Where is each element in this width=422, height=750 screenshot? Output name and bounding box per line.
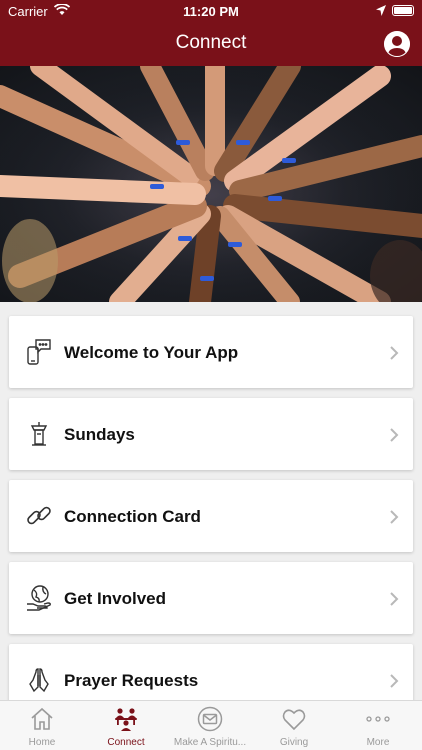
pulpit-icon <box>25 420 53 448</box>
list-item[interactable]: Welcome to Your App <box>9 316 413 388</box>
tab-home[interactable]: Home <box>0 701 84 750</box>
heart-icon <box>281 706 307 732</box>
tab-label: Home <box>28 737 56 748</box>
phone-message-icon <box>25 338 53 366</box>
list-item-label: Get Involved <box>64 589 167 608</box>
person-icon[interactable] <box>384 31 410 57</box>
clock: 11:20 PM <box>183 4 239 19</box>
tab-connect[interactable]: Connect <box>84 701 168 750</box>
tab-make-a-spiritual[interactable]: Make A Spiritu... <box>168 701 252 750</box>
tab-label: More <box>366 737 390 748</box>
status-bar: Carrier 11:20 PM <box>0 0 422 22</box>
praying-hands-icon <box>25 666 53 694</box>
tab-more[interactable]: More <box>336 701 420 750</box>
list-item[interactable]: Get Involved <box>9 562 413 634</box>
more-dots-icon <box>365 706 391 732</box>
tab-giving[interactable]: Giving <box>252 701 336 750</box>
group-icon <box>113 706 139 732</box>
chevron-right-icon <box>389 674 399 688</box>
chevron-right-icon <box>389 592 399 606</box>
globe-hand-icon <box>25 584 53 612</box>
tab-bar: Home Connect Make A Spiritu... Giving Mo… <box>0 700 422 750</box>
page-title: Connect <box>175 32 247 53</box>
tab-label: Make A Spiritu... <box>173 737 247 748</box>
tab-label: Connect <box>107 737 145 748</box>
chevron-right-icon <box>389 346 399 360</box>
list-item-label: Prayer Requests <box>64 671 199 690</box>
chevron-right-icon <box>389 428 399 442</box>
list-item-label: Connection Card <box>64 507 201 526</box>
link-icon <box>25 502 53 530</box>
home-icon <box>29 706 55 732</box>
envelope-icon <box>197 706 223 732</box>
list-item-label: Welcome to Your App <box>64 343 239 362</box>
battery-icon <box>392 5 414 16</box>
hero-image <box>0 66 422 302</box>
tab-label: Giving <box>279 737 309 748</box>
nav-bar: Connect <box>0 22 422 66</box>
list-item[interactable]: Connection Card <box>9 480 413 552</box>
list-item[interactable]: Sundays <box>9 398 413 470</box>
location-arrow-icon <box>376 4 386 19</box>
chevron-right-icon <box>389 510 399 524</box>
hands-together-photo <box>0 66 422 302</box>
list-item-label: Sundays <box>64 425 135 444</box>
